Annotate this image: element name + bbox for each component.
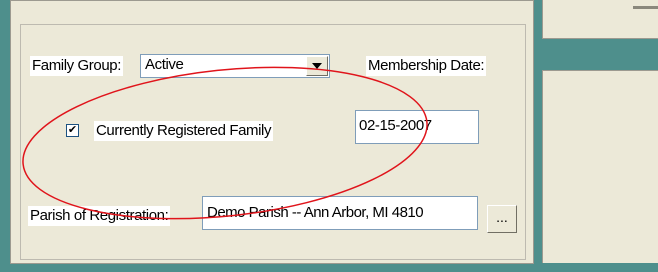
- check-icon: ✔: [67, 124, 78, 136]
- membership-date-value: 02-15-2007: [359, 117, 432, 134]
- family-group-label: Family Group:: [30, 56, 123, 76]
- parish-value: Demo Parish -- Ann Arbor, MI 4810: [207, 204, 424, 221]
- family-group-select[interactable]: Active: [140, 54, 330, 78]
- currently-registered-label: Currently Registered Family: [94, 121, 274, 141]
- browse-button[interactable]: ...: [487, 205, 517, 233]
- currently-registered-checkbox[interactable]: ✔: [66, 124, 79, 137]
- membership-date-label: Membership Date:: [366, 56, 487, 76]
- parish-field[interactable]: Demo Parish -- Ann Arbor, MI 4810: [202, 196, 478, 230]
- dropdown-button[interactable]: [306, 56, 328, 76]
- family-group-value: Active: [145, 56, 184, 73]
- right-top-panel: [542, 0, 658, 39]
- tab-edge: [633, 6, 658, 9]
- right-main-panel: [542, 70, 658, 263]
- parish-label: Parish of Registration:: [28, 206, 171, 226]
- chevron-down-icon: [312, 63, 322, 69]
- membership-date-field[interactable]: 02-15-2007: [355, 110, 479, 144]
